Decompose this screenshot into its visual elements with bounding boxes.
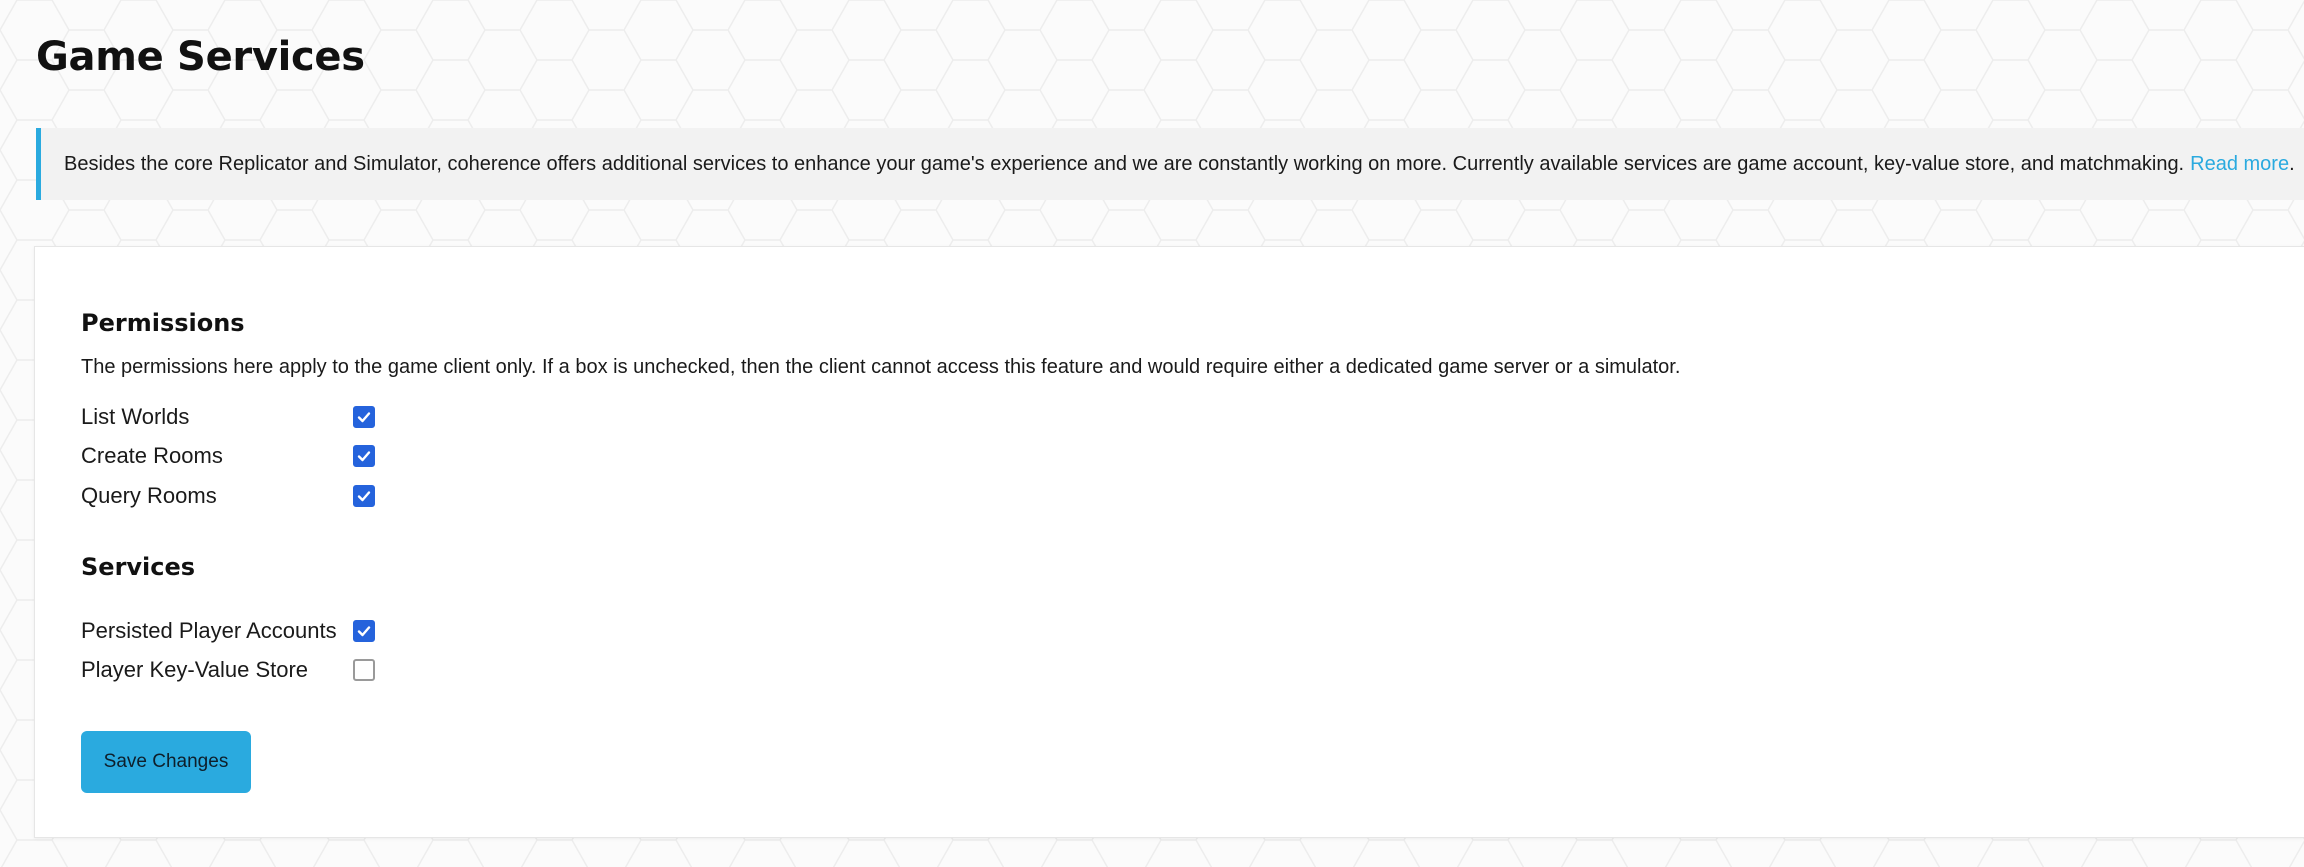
permission-label: List Worlds xyxy=(81,404,190,429)
page-title: Game Services xyxy=(36,34,365,80)
service-row-persisted-player-accounts[interactable]: Persisted Player Accounts xyxy=(81,613,481,649)
read-more-link[interactable]: Read more xyxy=(2190,153,2289,176)
info-banner: Besides the core Replicator and Simulato… xyxy=(36,128,2304,200)
check-icon xyxy=(357,451,371,462)
check-icon xyxy=(357,626,371,637)
service-row-player-key-value-store[interactable]: Player Key-Value Store xyxy=(81,652,481,688)
permission-row-list-worlds[interactable]: List Worlds xyxy=(81,399,481,435)
list-worlds-checkbox[interactable] xyxy=(353,406,375,428)
permissions-heading: Permissions xyxy=(81,309,245,337)
service-label: Player Key-Value Store xyxy=(81,657,309,682)
check-icon xyxy=(357,491,371,502)
player-key-value-store-checkbox[interactable] xyxy=(353,659,375,681)
permissions-description: The permissions here apply to the game c… xyxy=(81,356,1681,378)
settings-card: Permissions The permissions here apply t… xyxy=(34,246,2304,838)
service-label: Persisted Player Accounts xyxy=(81,618,337,643)
info-banner-trailing: . xyxy=(2289,152,2295,175)
permission-row-query-rooms[interactable]: Query Rooms xyxy=(81,478,481,514)
services-heading: Services xyxy=(81,553,196,581)
permission-label: Query Rooms xyxy=(81,483,217,508)
save-changes-button[interactable]: Save Changes xyxy=(81,731,251,793)
persisted-player-accounts-checkbox[interactable] xyxy=(353,620,375,642)
create-rooms-checkbox[interactable] xyxy=(353,445,375,467)
permission-label: Create Rooms xyxy=(81,443,223,468)
query-rooms-checkbox[interactable] xyxy=(353,485,375,507)
info-banner-text: Besides the core Replicator and Simulato… xyxy=(64,152,2185,175)
permission-row-create-rooms[interactable]: Create Rooms xyxy=(81,438,481,474)
check-icon xyxy=(357,412,371,423)
